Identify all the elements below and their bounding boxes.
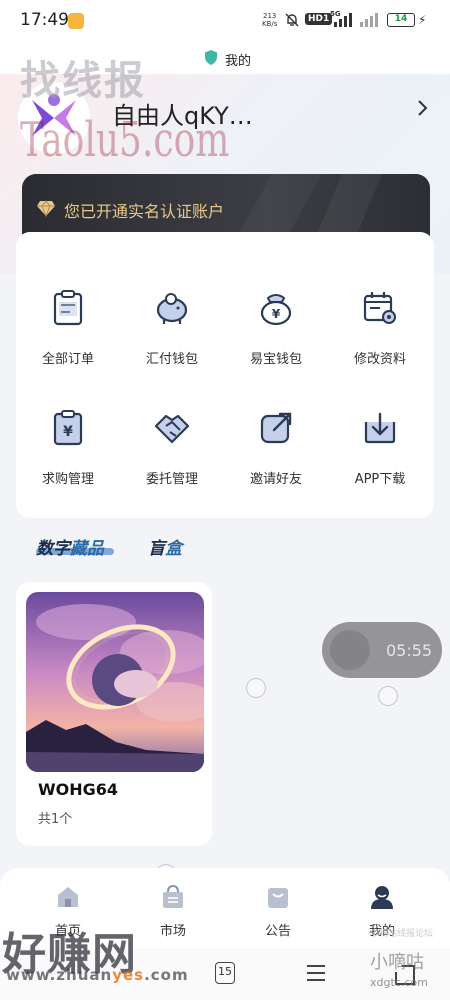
svg-text:¥: ¥ bbox=[63, 424, 73, 440]
status-time: 17:49 bbox=[20, 10, 69, 30]
menu-item-app-download[interactable]: APP下载 bbox=[328, 410, 432, 487]
menu-item-label: 汇付钱包 bbox=[145, 352, 198, 367]
yuan-bag-icon: ¥ bbox=[260, 294, 292, 326]
nav-notice[interactable]: 公告 bbox=[238, 884, 318, 939]
status-bar: 17:49 213 KB/s HD1 5G 14 ⚡ bbox=[0, 0, 450, 42]
user-icon bbox=[371, 886, 393, 909]
net-speed-value: 213 bbox=[263, 12, 277, 20]
menu-item-label: 易宝钱包 bbox=[249, 352, 302, 367]
download-icon bbox=[364, 412, 396, 444]
nav-label: 公告 bbox=[264, 924, 291, 939]
tab-digital-b: 藏品 bbox=[70, 539, 104, 559]
watermark-url-c: .com bbox=[144, 966, 189, 984]
diamond-icon bbox=[37, 200, 55, 218]
touch-indicator bbox=[378, 686, 398, 706]
tab-blind-b: 盒 bbox=[165, 539, 182, 559]
collection-image[interactable] bbox=[26, 592, 204, 772]
page-title: 我的 bbox=[225, 54, 252, 69]
mute-bell-icon bbox=[285, 13, 299, 30]
signal-icon bbox=[334, 13, 356, 27]
shield-icon bbox=[205, 50, 217, 65]
menu-item-orders[interactable]: 全部订单 bbox=[16, 290, 120, 367]
menu-item-label: 邀请好友 bbox=[249, 472, 302, 487]
chevron-right-icon[interactable] bbox=[412, 98, 432, 118]
nav-label: 市场 bbox=[159, 924, 186, 939]
menu-item-purchase-mgmt[interactable]: ¥ 求购管理 bbox=[16, 410, 120, 487]
share-icon bbox=[260, 412, 292, 444]
watermark-url-a: www.zhuan bbox=[6, 966, 113, 984]
menu-item-label: 修改资料 bbox=[353, 352, 406, 367]
menu-item-label: 委托管理 bbox=[145, 472, 198, 487]
collection-count: 共1个 bbox=[38, 812, 73, 827]
menu-item-label: 求购管理 bbox=[41, 472, 94, 487]
watermark-right-url: xdgtc.com bbox=[370, 976, 428, 989]
tab-blind-a: 盲 bbox=[148, 539, 165, 559]
signal-icon-2 bbox=[360, 13, 382, 27]
menu-item-huifu-wallet[interactable]: 汇付钱包 bbox=[120, 290, 224, 367]
menu-icon[interactable] bbox=[305, 964, 327, 982]
menu-item-yibao-wallet[interactable]: ¥ 易宝钱包 bbox=[224, 290, 328, 367]
net-speed: 213 KB/s bbox=[262, 12, 277, 28]
piggy-bank-icon bbox=[156, 293, 188, 324]
notice-icon bbox=[268, 888, 288, 908]
tab-blind-box[interactable]: 盲盒 bbox=[148, 534, 182, 559]
menu-item-invite-friends[interactable]: 邀请好友 bbox=[224, 410, 328, 487]
hd-badge: HD1 bbox=[305, 13, 333, 25]
svg-text:¥: ¥ bbox=[272, 307, 281, 321]
verification-text: 您已开通实名认证账户 bbox=[64, 202, 225, 221]
menu-item-entrust-mgmt[interactable]: 委托管理 bbox=[120, 410, 224, 487]
nav-market[interactable]: 市场 bbox=[133, 884, 213, 939]
timer-record-icon bbox=[330, 630, 370, 670]
menu-item-edit-profile[interactable]: 修改资料 bbox=[328, 290, 432, 367]
net-speed-unit: KB/s bbox=[262, 20, 278, 28]
app-notification-icon bbox=[68, 13, 84, 29]
touch-indicator bbox=[246, 678, 266, 698]
charging-icon: ⚡ bbox=[418, 13, 427, 27]
tabs-button[interactable]: 15 bbox=[215, 962, 235, 984]
floating-timer-text: 05:55 bbox=[386, 641, 433, 660]
calendar-settings-icon bbox=[363, 292, 396, 324]
handshake-icon bbox=[154, 414, 190, 444]
menu-item-label: 全部订单 bbox=[41, 352, 94, 367]
watermark-right-small: 小嘀咕线报论坛 bbox=[370, 929, 434, 939]
watermark-bottom-url: www.zhuanyes.com bbox=[6, 966, 189, 984]
yuan-clipboard-icon: ¥ bbox=[53, 410, 83, 446]
market-icon bbox=[163, 884, 183, 908]
battery-icon: 14 bbox=[387, 13, 415, 27]
order-list-icon bbox=[53, 290, 83, 326]
home-icon bbox=[58, 887, 78, 907]
collection-name: WOHG64 bbox=[38, 780, 119, 799]
menu-item-label: APP下载 bbox=[354, 472, 406, 487]
tab-digital-collections[interactable]: 数字藏品 bbox=[36, 534, 104, 559]
watermark-url-b: yes bbox=[112, 966, 145, 984]
watermark-right-cn: 小嘀咕 bbox=[370, 952, 424, 973]
watermark-top-en: Taolu5.com bbox=[20, 112, 230, 168]
tab-digital-a: 数字 bbox=[36, 539, 70, 559]
